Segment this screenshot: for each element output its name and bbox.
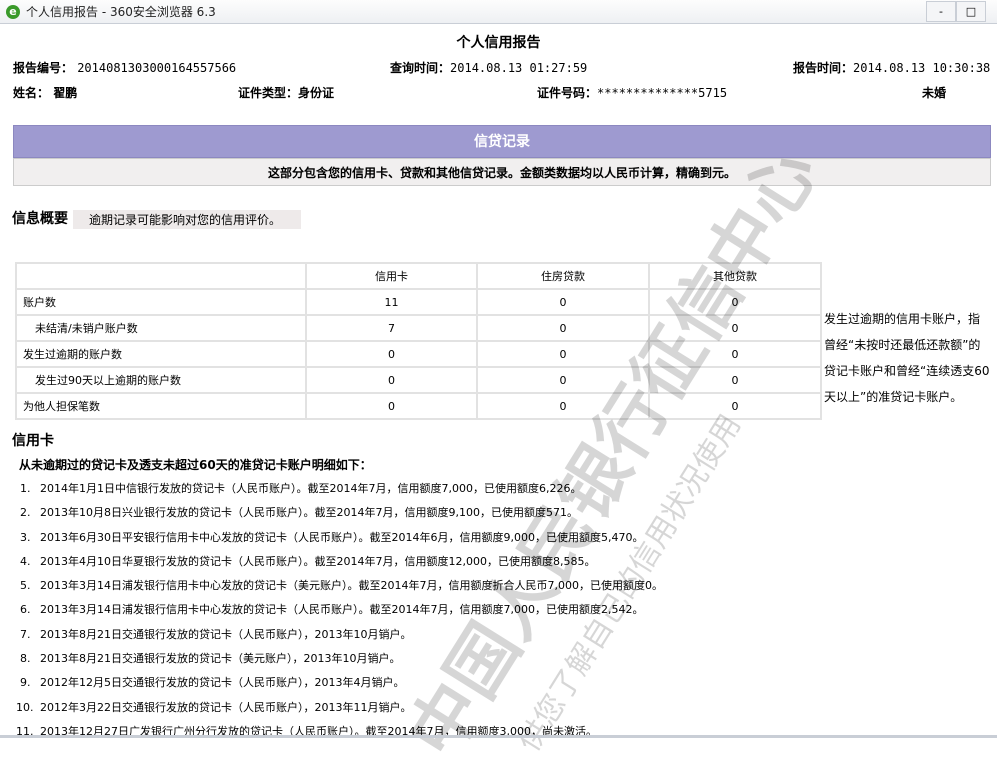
credit-card-title: 信用卡: [12, 433, 54, 449]
header-cell: 住房贷款: [476, 262, 650, 290]
list-item: 1. 2014年1月1日中信银行发放的贷记卡（人民币账户）。截至2014年7月，信…: [20, 482, 582, 495]
list-item: 5. 2013年3月14日浦发银行信用卡中心发放的贷记卡（美元账户）。截至2014…: [20, 579, 663, 593]
table-header: 信用卡 住房贷款 其他贷款: [15, 262, 822, 290]
cell: 0: [476, 392, 650, 420]
table-row: 发生过逾期的账户数 0 0 0: [15, 340, 822, 368]
list-item: 9. 2012年12月5日交通银行发放的贷记卡（人民币账户），2013年4月销户。: [20, 676, 405, 690]
list-item: 6. 2013年3月14日浦发银行信用卡中心发放的贷记卡（人民币账户）。截至201…: [20, 603, 644, 617]
cell: 0: [476, 288, 650, 316]
row-label: 账户数: [15, 288, 307, 316]
cell: 0: [476, 314, 650, 342]
id-number: 证件号码：**************5715: [537, 86, 728, 100]
cell: 0: [476, 340, 650, 368]
section-description: 这部分包含您的信用卡、贷款和其他信贷记录。金额类数据均以人民币计算，精确到元。: [13, 158, 991, 186]
credit-card-list: 1. 2014年1月1日中信银行发放的贷记卡（人民币账户）。截至2014年7月，信…: [16, 480, 663, 747]
cell: 0: [648, 392, 822, 420]
page-title: 个人信用报告: [456, 35, 541, 51]
cell: 11: [305, 288, 478, 316]
list-item: 3. 2013年6月30日平安银行信用卡中心发放的贷记卡（人民币账户）。截至201…: [20, 530, 644, 544]
overview-title: 信息概要: [12, 211, 68, 227]
cell: 7: [305, 314, 478, 342]
list-item: 7. 2013年8月21日交通银行发放的贷记卡（人民币账户），2013年10月销户…: [20, 627, 412, 641]
title-bar: e 个人信用报告 - 360安全浏览器 6.3 - □: [0, 0, 997, 24]
list-item: 2. 2013年10月8日兴业银行发放的贷记卡（人民币账户）。截至2014年7月，…: [20, 506, 578, 520]
table-row: 未结清/未销户账户数 7 0 0: [15, 314, 822, 342]
header-cell: 信用卡: [305, 262, 478, 290]
overview-note: 逾期记录可能影响对您的信用评价。: [73, 210, 302, 229]
minimize-button[interactable]: -: [926, 1, 956, 22]
id-type: 证件类型：身份证: [238, 86, 335, 100]
list-item: 8. 2013年8月21日交通银行发放的贷记卡（美元账户），2013年10月销户。: [20, 652, 401, 666]
cell: 0: [648, 288, 822, 316]
cell: 0: [648, 340, 822, 368]
list-item: 4. 2013年4月10日华夏银行发放的贷记卡（人民币账户）。截至2014年7月，…: [20, 554, 596, 568]
overdue-note: 发生过逾期的信用卡账户，指曾经“未按时还最低还款额”的贷记卡账户和曾经“连续透支…: [824, 312, 990, 404]
list-item: 10. 2012年3月22日交通银行发放的贷记卡（人民币账户），2013年11月销…: [16, 700, 412, 714]
header-cell: 其他贷款: [648, 262, 822, 290]
name: 姓名： 翟鹏: [13, 86, 78, 100]
row-label: 发生过90天以上逾期的账户数: [15, 366, 307, 394]
row-label: 未结清/未销户账户数: [15, 314, 307, 342]
window-title: 个人信用报告 - 360安全浏览器 6.3: [26, 5, 216, 19]
section-banner: 信贷记录: [13, 125, 991, 158]
credit-card-list-title: 从未逾期过的贷记卡及透支未超过60天的准贷记卡账户明细如下：: [19, 458, 372, 472]
cell: 0: [305, 366, 478, 394]
cell: 0: [648, 314, 822, 342]
cell: 0: [305, 340, 478, 368]
table-row: 发生过90天以上逾期的账户数 0 0 0: [15, 366, 822, 394]
table-row: 账户数 11 0 0: [15, 288, 822, 316]
row-label: 发生过逾期的账户数: [15, 340, 307, 368]
query-time: 查询时间：2014.08.13 01:27:59: [390, 61, 588, 75]
cell: 0: [648, 366, 822, 394]
cell: 0: [305, 392, 478, 420]
report-number: 报告编号： 2014081303000164557566: [13, 61, 237, 75]
header-cell: [15, 262, 307, 290]
overview-table: 信用卡 住房贷款 其他贷款 账户数 11 0 0 未结清/未销户账户数 7 0 0 发生过逾…: [15, 262, 822, 420]
table-row: 为他人担保笔数 0 0 0: [15, 392, 822, 420]
marital-status: 未婚: [922, 86, 947, 100]
row-label: 为他人担保笔数: [15, 392, 307, 420]
browser-logo-icon: e: [6, 4, 20, 19]
report-time: 报告时间：2014.08.13 10:30:38: [793, 61, 991, 75]
cell: 0: [476, 366, 650, 394]
maximize-button[interactable]: □: [956, 1, 986, 22]
